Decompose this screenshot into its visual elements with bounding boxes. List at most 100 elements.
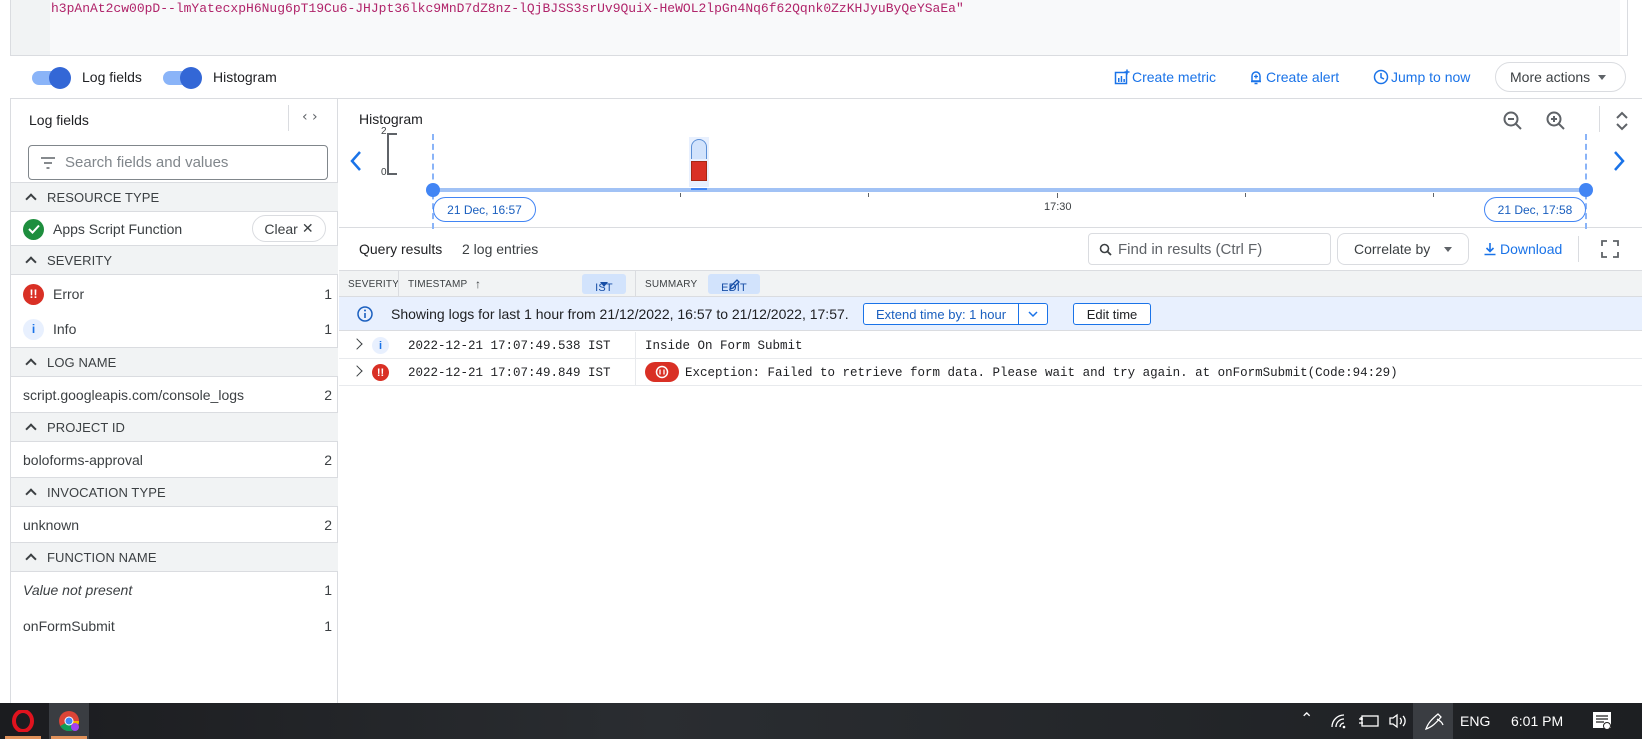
zoom-in-icon[interactable]	[1544, 109, 1568, 133]
check-circle-icon	[23, 218, 44, 240]
correlate-by-dropdown[interactable]: Correlate by	[1337, 233, 1469, 265]
collapse-panel-icon[interactable]: ‹ ›	[302, 109, 318, 125]
toggle-thumb	[180, 67, 202, 89]
field-value-log-name[interactable]: script.googleapis.com/console_logs 2	[11, 378, 338, 412]
y-axis-min-label: 0	[381, 167, 387, 178]
clear-filter-button[interactable]: Clear ✕	[252, 215, 326, 242]
chevron-up-icon	[25, 423, 37, 435]
expand-row-icon[interactable]	[351, 365, 363, 377]
language-indicator[interactable]: ENG	[1460, 713, 1490, 729]
time-range-text: Showing logs for last 1 hour from 21/12/…	[391, 306, 849, 322]
divider	[1599, 106, 1600, 132]
section-title: RESOURCE TYPE	[47, 189, 160, 205]
field-value-apps-script-function[interactable]: Apps Script Function Clear ✕	[11, 212, 338, 246]
field-value-count: 1	[324, 618, 332, 634]
range-start-handle[interactable]	[426, 183, 440, 197]
chevron-left-icon[interactable]	[346, 149, 366, 173]
error-group-chip[interactable]	[645, 362, 679, 382]
log-entry-row[interactable]: i 2022-12-21 17:07:49.538 IST Inside On …	[339, 332, 1642, 359]
results-count: 2 log entries	[462, 241, 539, 257]
field-value-error[interactable]: !! Error 1	[11, 277, 338, 311]
more-actions-button[interactable]: More actions	[1495, 62, 1626, 92]
sort-ascending-icon[interactable]: ↑	[475, 277, 481, 291]
create-metric-button[interactable]: Create metric	[1114, 69, 1216, 85]
axis-tick	[1433, 193, 1434, 197]
histogram-toggle[interactable]	[163, 67, 202, 89]
volume-icon[interactable]	[1388, 713, 1410, 729]
notifications-icon[interactable]	[1592, 711, 1612, 731]
find-in-results-wrapper[interactable]	[1088, 233, 1331, 265]
expand-row-icon[interactable]	[351, 338, 363, 350]
taskbar-chrome[interactable]	[49, 703, 89, 739]
show-hidden-icons[interactable]: ⌃	[1300, 709, 1313, 729]
search-fields-input-wrapper[interactable]	[28, 145, 328, 180]
field-value-count: 2	[324, 387, 332, 403]
log-timestamp: 2022-12-21 17:07:49.849 IST	[408, 366, 611, 380]
section-project-id[interactable]: PROJECT ID	[11, 412, 338, 442]
results-title: Query results	[359, 241, 443, 257]
clock[interactable]: 6:01 PM	[1511, 713, 1563, 729]
query-editor[interactable]: h3pAnAt2cw00pD--lmYatecxpH6Nug6pT19Cu6-J…	[0, 0, 1642, 57]
extend-time-button[interactable]: Extend time by: 1 hour	[863, 303, 1019, 325]
axis-tick	[680, 193, 681, 197]
log-fields-toggle[interactable]	[32, 67, 71, 89]
axis-tick-label: 17:30	[1044, 201, 1072, 213]
create-alert-label: Create alert	[1266, 69, 1340, 85]
field-value-not-present[interactable]: Value not present 1	[11, 573, 338, 607]
log-summary: Exception: Failed to retrieve form data.…	[685, 366, 1398, 380]
extend-time-dropdown[interactable]	[1018, 303, 1048, 325]
pen-workspace-button[interactable]	[1413, 703, 1453, 739]
column-timestamp[interactable]: TIMESTAMP	[408, 279, 467, 290]
edit-time-button[interactable]: Edit time	[1073, 303, 1151, 325]
axis-tick	[868, 193, 869, 197]
log-entry-row[interactable]: !! 2022-12-21 17:07:49.849 IST Exception…	[339, 359, 1642, 386]
timezone-dropdown[interactable]: IST	[582, 274, 626, 294]
field-value-invocation-type[interactable]: unknown 2	[11, 508, 338, 542]
section-severity[interactable]: SEVERITY	[11, 245, 338, 275]
histogram-bar-error[interactable]	[691, 161, 708, 181]
close-icon: ✕	[301, 220, 314, 236]
field-value-onformsubmit[interactable]: onFormSubmit 1	[11, 609, 338, 643]
chevron-right-icon[interactable]	[1609, 149, 1629, 173]
column-severity[interactable]: SEVERITY	[348, 279, 399, 290]
caret-down-icon	[1444, 246, 1453, 252]
field-value-count: 1	[324, 321, 332, 337]
opera-icon	[12, 710, 34, 732]
more-actions-label: More actions	[1510, 69, 1591, 85]
column-divider	[635, 271, 636, 297]
axis-tick	[1245, 193, 1246, 197]
field-value-label: script.googleapis.com/console_logs	[23, 387, 245, 403]
section-resource-type[interactable]: RESOURCE TYPE	[11, 182, 338, 212]
section-invocation-type[interactable]: INVOCATION TYPE	[11, 477, 338, 507]
find-in-results-input[interactable]	[1118, 240, 1318, 258]
error-icon: !!	[23, 283, 44, 305]
jump-to-now-button[interactable]: Jump to now	[1373, 69, 1470, 85]
chart-plus-icon	[1114, 69, 1130, 85]
fullscreen-icon[interactable]	[1601, 240, 1619, 258]
field-value-label: unknown	[23, 517, 80, 533]
section-function-name[interactable]: FUNCTION NAME	[11, 542, 338, 572]
range-start-label[interactable]: 21 Dec, 16:57	[433, 197, 536, 222]
section-title: SEVERITY	[47, 252, 113, 268]
download-button[interactable]: Download	[1483, 241, 1562, 257]
field-value-project-id[interactable]: boloforms-approval 2	[11, 443, 338, 477]
field-value-info[interactable]: i Info 1	[11, 312, 338, 346]
wifi-icon[interactable]	[1330, 713, 1350, 729]
taskbar-opera[interactable]	[3, 703, 43, 739]
battery-icon[interactable]	[1358, 714, 1380, 728]
edit-summary-button[interactable]: EDIT	[708, 274, 760, 294]
download-icon	[1484, 243, 1496, 256]
range-end-label[interactable]: 21 Dec, 17:58	[1484, 197, 1586, 222]
toggle-thumb	[49, 67, 71, 89]
chevron-up-icon	[25, 553, 37, 565]
histogram-bar-info[interactable]	[691, 139, 708, 159]
section-log-name[interactable]: LOG NAME	[11, 347, 338, 377]
create-alert-button[interactable]: Create alert	[1248, 69, 1339, 85]
range-end-handle[interactable]	[1579, 183, 1593, 197]
search-fields-input[interactable]	[65, 154, 305, 171]
zoom-out-icon[interactable]	[1501, 109, 1525, 133]
edit-label: EDIT	[721, 282, 747, 294]
field-value-label: Info	[53, 321, 77, 337]
clock-icon	[1373, 69, 1389, 85]
expand-collapse-icon[interactable]	[1610, 109, 1634, 133]
